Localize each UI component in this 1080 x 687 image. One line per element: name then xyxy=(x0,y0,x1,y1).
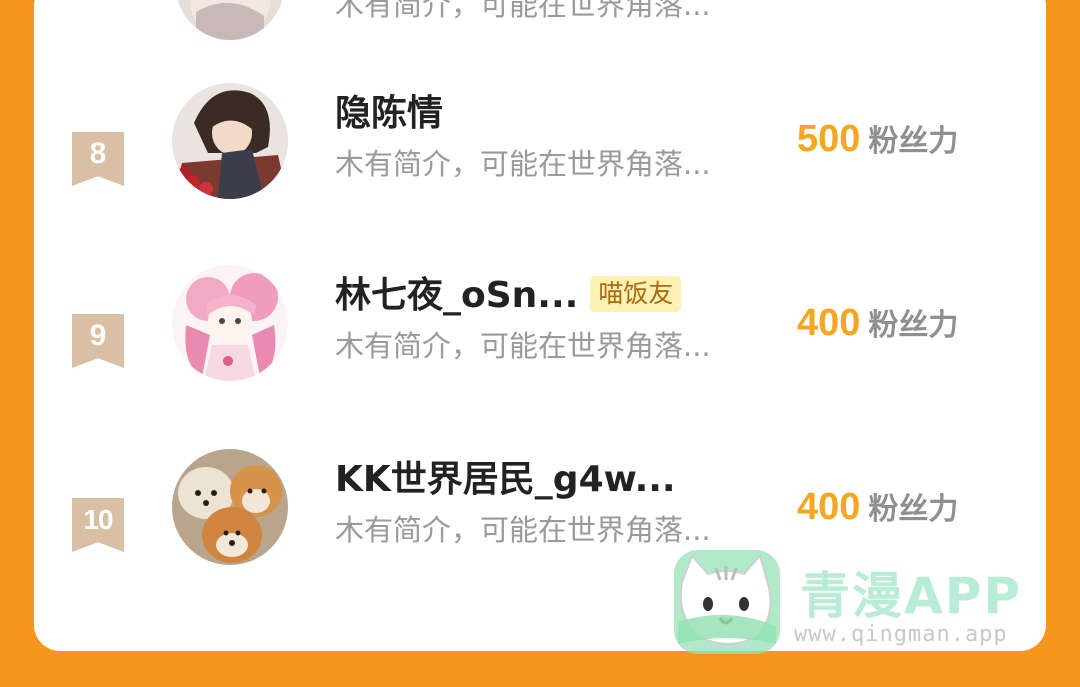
watermark-title: 青漫APP xyxy=(800,567,1022,625)
fan-badge: 喵饭友 xyxy=(590,276,682,312)
fan-power: 400 粉丝力 xyxy=(797,300,958,345)
user-name-text: 林七夜_oSn... xyxy=(335,275,579,316)
user-name-text: 隐陈情 xyxy=(335,93,444,134)
user-bio: 木有简介，可能在世界角落... xyxy=(335,147,711,181)
leaderboard-row-8[interactable]: 8 隐陈情 木有简介，可能在世界角落... 500 粉丝力 xyxy=(34,83,1046,238)
fan-power: 500 粉丝力 xyxy=(797,116,958,161)
user-bio: 木有简介，可能在世界角落... xyxy=(335,329,711,363)
fan-power-unit: 粉丝力 xyxy=(868,308,959,343)
rank-ribbon: 8 xyxy=(72,132,124,186)
user-avatar[interactable] xyxy=(172,265,288,381)
leaderboard-row-7[interactable]: 木有简介，可能在世界角落... xyxy=(34,0,1046,100)
user-avatar[interactable] xyxy=(176,0,284,40)
user-name[interactable]: 隐陈情 xyxy=(335,92,443,136)
user-avatar[interactable] xyxy=(172,83,288,199)
fan-power: 400 粉丝力 xyxy=(797,484,958,529)
qingman-cat-logo-icon xyxy=(668,548,786,656)
fan-power-value: 400 xyxy=(797,486,861,528)
user-bio: 木有简介，可能在世界角落... xyxy=(335,513,711,547)
user-name[interactable]: KK世界居民_g4w... xyxy=(335,458,676,502)
rank-ribbon: 9 xyxy=(72,314,124,368)
user-name[interactable]: 林七夜_oSn... 喵饭友 xyxy=(335,274,682,318)
user-name-text: KK世界居民_g4w... xyxy=(335,459,676,500)
leaderboard-row-9[interactable]: 9 林七夜_oSn... 喵饭友 木有简介，可能在世界角落... 400 粉丝力 xyxy=(34,265,1046,420)
rank-ribbon: 10 xyxy=(72,498,124,552)
fan-power-unit: 粉丝力 xyxy=(868,124,959,159)
fan-power-value: 400 xyxy=(797,302,861,344)
fan-power-unit: 粉丝力 xyxy=(868,492,959,527)
fan-power-value: 500 xyxy=(797,118,861,160)
watermark-url: www.qingman.app xyxy=(794,622,1008,647)
user-bio: 木有简介，可能在世界角落... xyxy=(335,0,711,22)
leaderboard-card: 木有简介，可能在世界角落... 8 隐陈情 木有简介，可能在世界角落... 50… xyxy=(34,0,1046,651)
user-avatar[interactable] xyxy=(172,449,288,565)
